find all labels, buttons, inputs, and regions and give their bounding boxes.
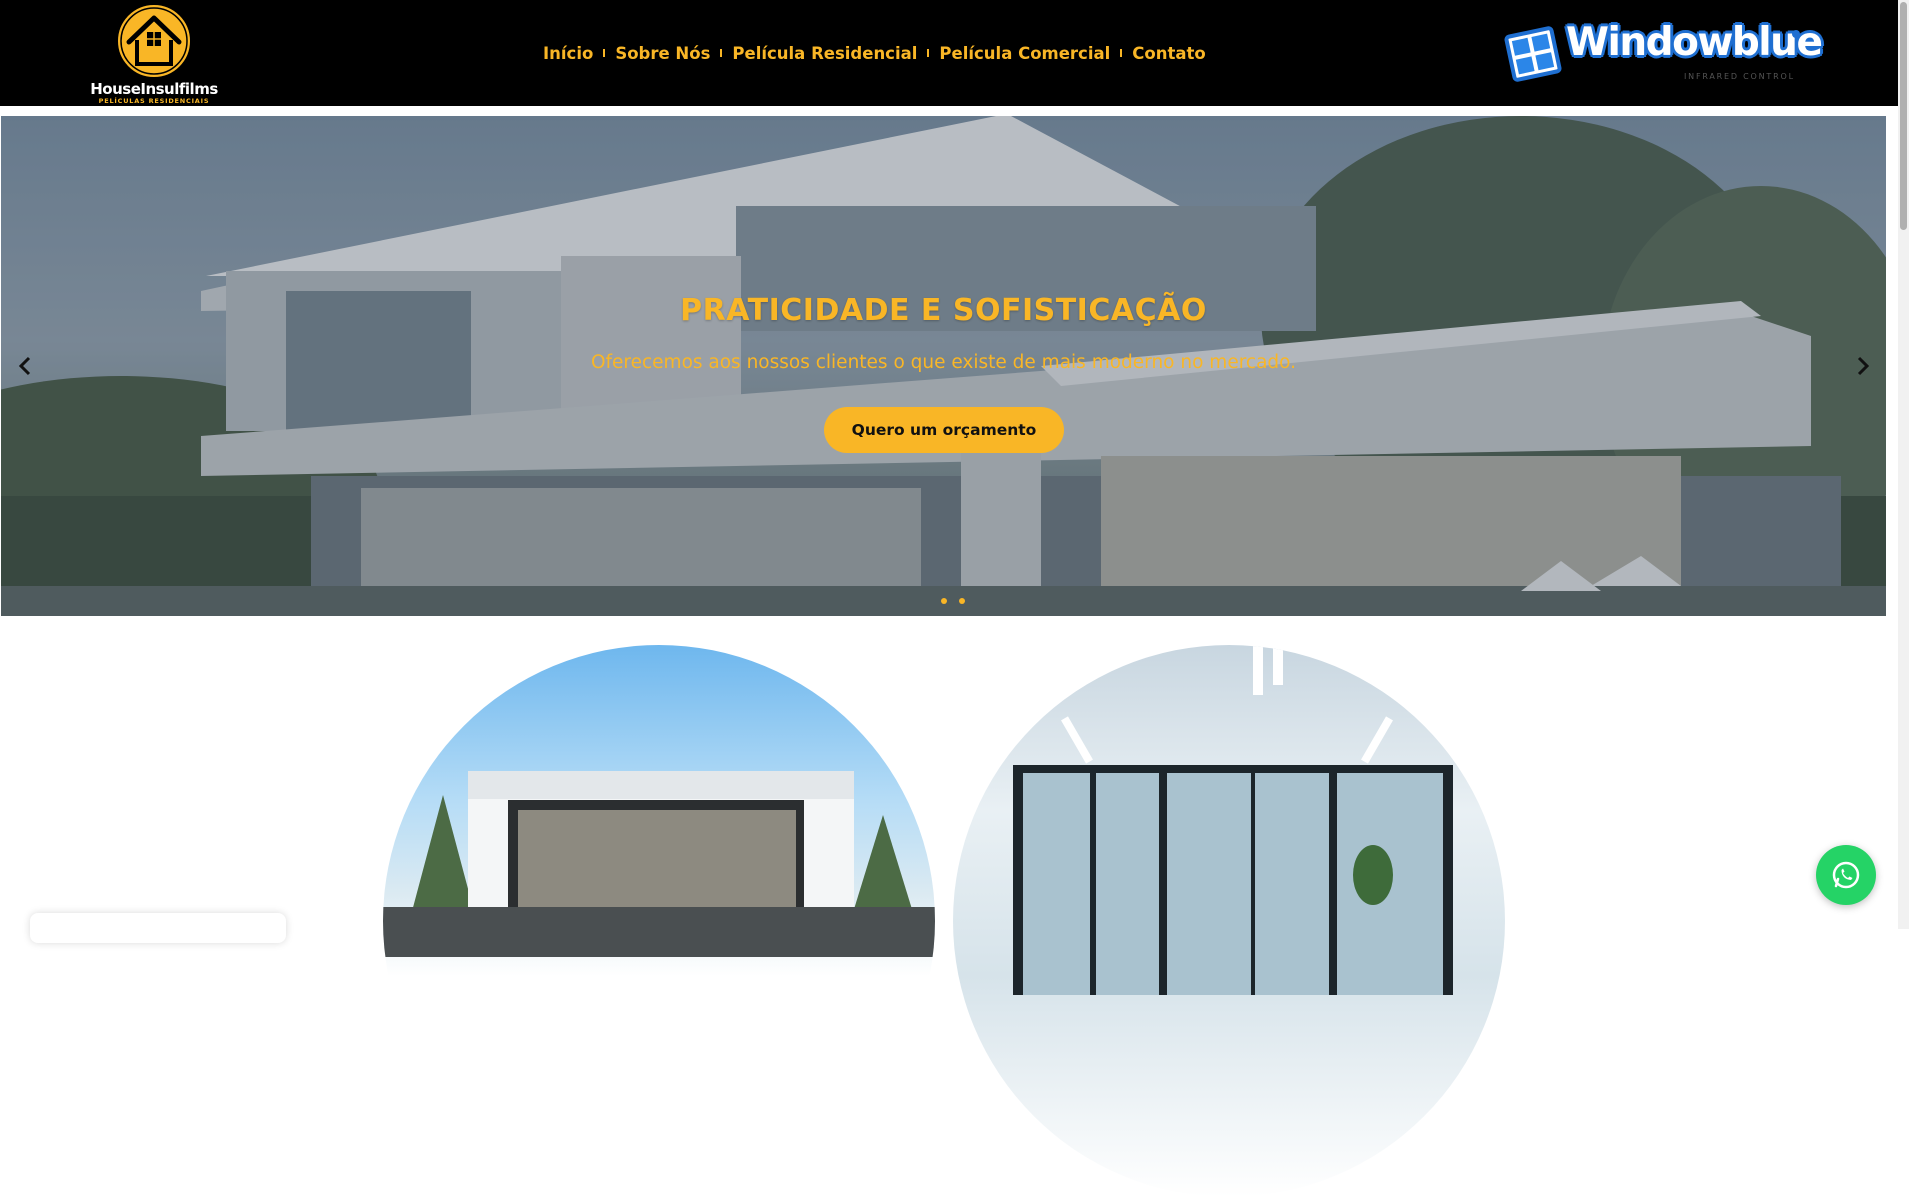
nav-separator — [720, 49, 723, 57]
nav-contato[interactable]: Contato — [1132, 44, 1205, 63]
brand-tagline: PELÍCULAS RESIDENCIAIS — [98, 97, 210, 105]
nav-separator — [927, 49, 930, 57]
quote-button[interactable]: Quero um orçamento — [824, 407, 1064, 453]
main-nav: Início Sobre Nós Película Residencial Pe… — [543, 42, 1206, 64]
nav-separator — [603, 49, 606, 57]
nav-separator — [1120, 49, 1123, 57]
scrollbar-thumb[interactable] — [1900, 2, 1907, 230]
nav-sobre-nos[interactable]: Sobre Nós — [615, 44, 710, 63]
carousel-dot-1[interactable] — [941, 598, 947, 604]
whatsapp-icon — [1832, 861, 1860, 889]
carousel-indicators — [941, 598, 965, 604]
registered-mark-icon — [1792, 30, 1800, 38]
office-interior-image — [1013, 645, 1453, 995]
carousel-dot-2[interactable] — [959, 598, 965, 604]
nav-pelicula-residencial[interactable]: Película Residencial — [732, 44, 917, 63]
chevron-right-icon[interactable] — [1849, 352, 1877, 380]
nav-pelicula-comercial[interactable]: Película Comercial — [939, 44, 1110, 63]
partner-tagline: INFRARED CONTROL — [1684, 72, 1795, 81]
hero-subtitle: Oferecemos aos nossos clientes o que exi… — [590, 352, 1297, 373]
residential-film-image[interactable] — [383, 645, 935, 1197]
hero-carousel: PRATICIDADE E SOFISTICAÇÃO Oferecemos ao… — [1, 116, 1886, 616]
partner-name: Windowblue — [1566, 20, 1823, 65]
houseinsulfilms-logo[interactable]: HouseInsulfilms PELÍCULAS RESIDENCIAIS — [86, 2, 222, 105]
page-scrollbar[interactable] — [1898, 0, 1909, 929]
window-logo-icon — [1504, 26, 1562, 82]
brand-name: HouseInsulfilms — [90, 80, 218, 98]
house-logo-icon — [116, 3, 192, 79]
windowblue-logo[interactable]: Windowblue INFRARED CONTROL — [1504, 20, 1823, 86]
chat-widget-bubble[interactable] — [30, 913, 286, 943]
hero-title: PRATICIDADE E SOFISTICAÇÃO — [680, 293, 1207, 328]
residential-house-image — [383, 771, 935, 957]
site-header: HouseInsulfilms PELÍCULAS RESIDENCIAIS I… — [0, 0, 1898, 106]
nav-inicio[interactable]: Início — [543, 44, 593, 63]
commercial-film-image[interactable] — [953, 645, 1505, 1197]
chevron-left-icon[interactable] — [11, 352, 39, 380]
whatsapp-button[interactable] — [1816, 845, 1876, 905]
